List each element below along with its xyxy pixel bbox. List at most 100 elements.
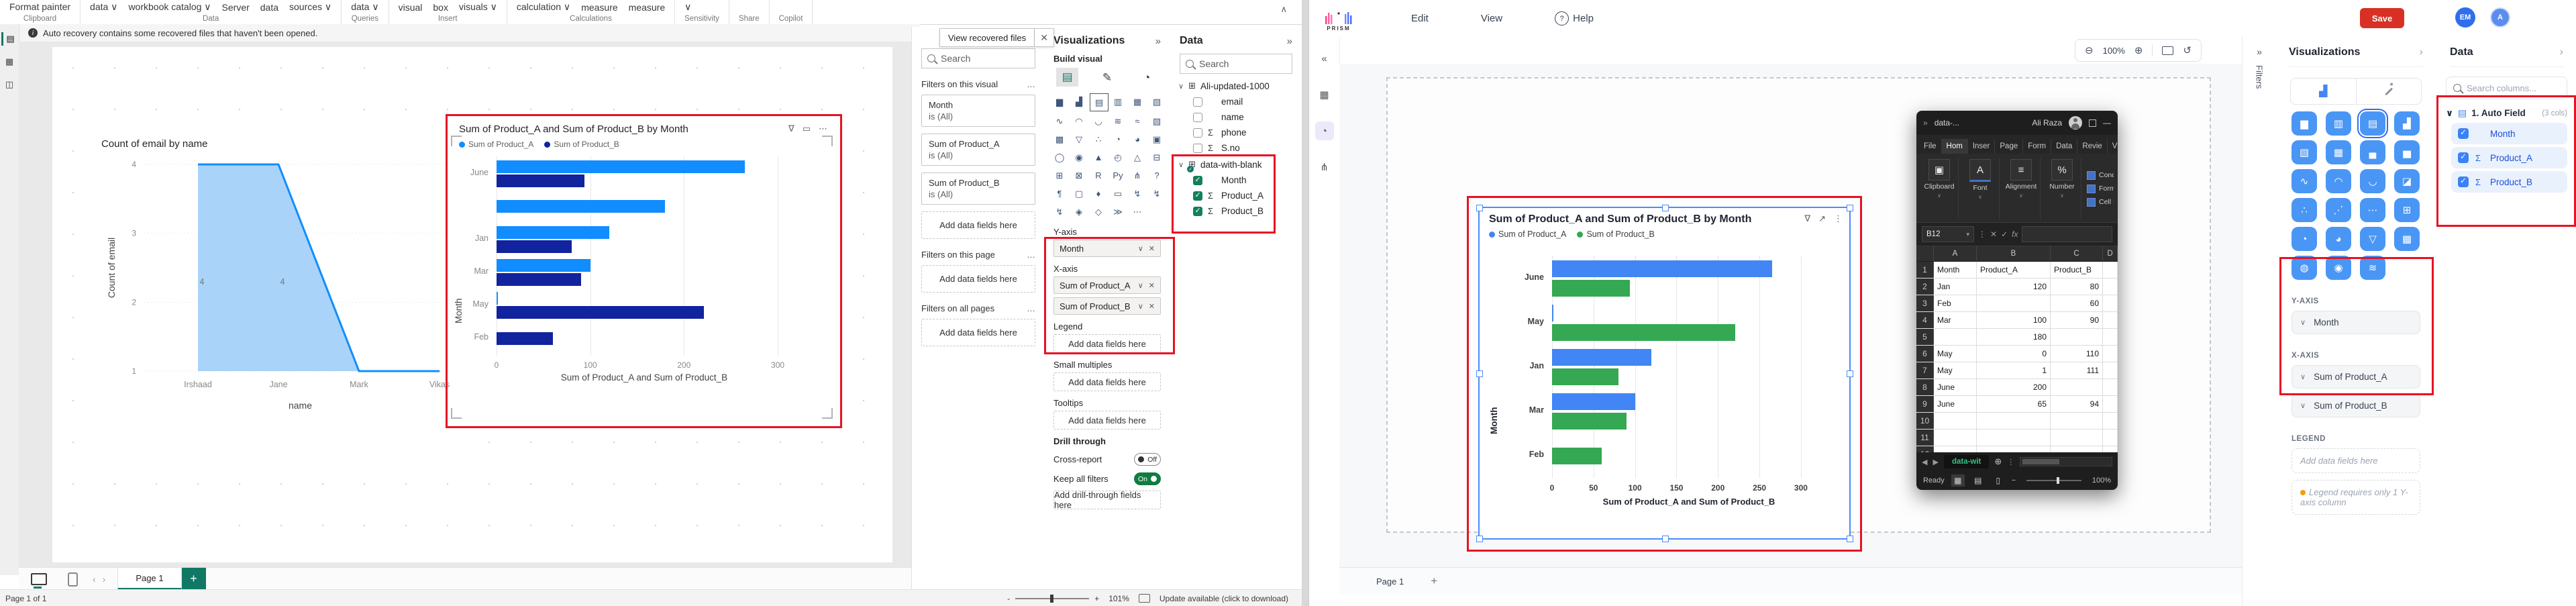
cell[interactable] <box>2103 430 2118 446</box>
excel-tab-view[interactable]: View <box>2108 139 2118 154</box>
100-stacked-column-chart[interactable]: ▧ <box>1148 93 1166 110</box>
row-number[interactable]: 1 <box>1916 262 1934 278</box>
field-pill[interactable]: ∨Sum of Product_A <box>2291 365 2420 389</box>
history-icon[interactable]: ◔ <box>1315 121 1334 140</box>
fit-screen-icon[interactable] <box>2162 46 2173 55</box>
selected-visual-frame[interactable]: Sum of Product_A and Sum of Product_B by… <box>1478 207 1851 540</box>
magic-wand-tab[interactable] <box>2357 79 2422 104</box>
restore-icon[interactable] <box>2089 119 2096 127</box>
minimize-icon[interactable]: — <box>2103 118 2111 128</box>
clustered-bar-chart[interactable]: ▤ <box>2360 111 2385 136</box>
row-number[interactable]: 6 <box>1916 346 1934 362</box>
add-data-fields-drop[interactable]: Add data fields here <box>1053 411 1161 430</box>
r-script-visual[interactable]: R <box>1090 167 1107 184</box>
save-button[interactable]: Save <box>2360 8 2404 28</box>
model-view-icon[interactable]: ◫ <box>2 78 17 91</box>
cell[interactable]: 180 <box>1977 329 2051 345</box>
zoom-out-icon[interactable]: − <box>2012 476 2016 485</box>
report-page[interactable]: Count of email by name 4321IrshaadJaneMa… <box>52 47 892 562</box>
filter-card[interactable]: Sum of Product_Bis (All) <box>921 172 1035 205</box>
cell[interactable]: 0 <box>1977 346 2051 362</box>
donut-chart[interactable]: ◕ <box>1129 131 1146 148</box>
style-button[interactable]: Cell Styl... <box>2087 198 2114 207</box>
stacked-bar-chart[interactable]: ▧ <box>2291 140 2317 164</box>
smart-narrative[interactable]: ¶ <box>1051 185 1068 202</box>
cell[interactable]: May <box>1934 362 1977 378</box>
alignment-icon[interactable]: ≡ <box>2010 159 2032 181</box>
ribbon-item[interactable]: box <box>433 2 448 13</box>
field-pill[interactable]: ∨Month <box>2291 311 2420 334</box>
column-header-B[interactable]: B <box>1977 246 2051 261</box>
add-data-fields-drop[interactable]: Add data fields here <box>921 211 1035 239</box>
pie-chart[interactable]: ◔ <box>2291 227 2317 251</box>
cell[interactable] <box>2051 413 2103 429</box>
selection-handle[interactable] <box>1476 205 1483 211</box>
zoom-out-icon[interactable]: ⊖ <box>2085 44 2094 56</box>
analytics-tab[interactable]: ◔ <box>1136 68 1158 87</box>
chevron-down-icon[interactable]: ∨ <box>2300 318 2306 327</box>
style-button[interactable]: Conditio... <box>2087 171 2114 180</box>
row-number[interactable]: 12 <box>1916 446 1934 452</box>
sheet-more-icon[interactable]: ⋮ <box>2007 458 2014 466</box>
ribbon-item[interactable]: Server <box>222 2 250 13</box>
resize-handle[interactable] <box>822 408 833 419</box>
cell[interactable] <box>2103 379 2118 395</box>
arcgis-map[interactable]: ◈ <box>1070 203 1088 220</box>
line-chart[interactable]: ∿ <box>2291 169 2317 193</box>
checked-checkbox[interactable] <box>1193 191 1202 201</box>
table-row-Ali-updated-1000[interactable]: ∨⊞Ali-updated-1000 <box>1178 81 1294 91</box>
excel-zoom-slider[interactable] <box>2026 480 2081 481</box>
selection-handle[interactable] <box>1476 536 1483 542</box>
chevron-down-icon[interactable]: ∨ <box>1937 193 1941 199</box>
area-chart-visual[interactable]: Count of email by name 4321IrshaadJaneMa… <box>97 133 466 445</box>
clustered-column-chart[interactable]: ▟ <box>2394 111 2420 136</box>
excel-tab-form[interactable]: Form <box>2023 139 2051 154</box>
ribbon-item[interactable]: measure <box>581 2 617 13</box>
gauge[interactable]: ◍ <box>2291 256 2317 280</box>
cell[interactable] <box>2103 312 2118 328</box>
field-row-Month[interactable]: Month <box>2451 123 2567 144</box>
chevron-down-icon[interactable]: ∨ <box>2300 372 2306 381</box>
stacked-area-chart[interactable]: ◡ <box>2360 169 2385 193</box>
area-chart[interactable]: ◠ <box>2326 169 2351 193</box>
filter-icon[interactable]: ∇ <box>1804 213 1810 224</box>
ribbon-item[interactable]: Format painter <box>9 1 70 12</box>
cell[interactable]: 120 <box>1977 279 2051 295</box>
ribbon-item[interactable]: calculation ∨ <box>517 1 570 13</box>
field-pill[interactable]: ∨Sum of Product_B <box>2291 394 2420 417</box>
cell[interactable]: Product_A <box>1977 262 2051 278</box>
combo-chart[interactable]: ◪ <box>2394 169 2420 193</box>
format-visual-tab[interactable]: ✎ <box>1096 68 1118 87</box>
cell[interactable]: Month <box>1934 262 1977 278</box>
cell[interactable] <box>2051 329 2103 345</box>
cell[interactable]: Mar <box>1934 312 1977 328</box>
selection-handle[interactable] <box>1847 370 1853 377</box>
field-row-Product_B[interactable]: ΣProduct_B <box>2451 171 2567 193</box>
add-drill-fields-drop[interactable]: Add drill-through fields here <box>1053 491 1161 509</box>
stacked-column-chart[interactable]: ▟ <box>1070 93 1088 110</box>
donut-chart[interactable]: ◕ <box>2326 227 2351 251</box>
cell[interactable] <box>2103 262 2118 278</box>
report-view-icon[interactable]: ▤ <box>1 32 18 46</box>
add-sheet-icon[interactable]: ⊕ <box>1994 456 2002 467</box>
selection-handle[interactable] <box>1662 205 1669 211</box>
font-icon[interactable]: A <box>1969 159 1991 182</box>
menu-help[interactable]: Help <box>1573 13 1594 24</box>
cell[interactable] <box>2103 396 2118 412</box>
normal-view-icon[interactable]: ▦ <box>1951 474 1965 487</box>
ribbon-item[interactable]: sources ∨ <box>289 1 331 13</box>
selection-handle[interactable] <box>1662 536 1669 542</box>
card[interactable]: ▢ <box>1070 185 1088 202</box>
table[interactable]: ⊞ <box>2394 198 2420 222</box>
ribbon-item[interactable]: data ∨ <box>351 1 378 13</box>
mobile-layout-button[interactable] <box>59 568 86 590</box>
dataset-icon[interactable]: ▦ <box>1315 85 1334 104</box>
cell[interactable]: Jan <box>1934 279 1977 295</box>
line-clustered-column-chart[interactable]: ≈ <box>1129 113 1146 130</box>
field-row-email[interactable]: email <box>1193 97 1294 107</box>
avatar[interactable]: A <box>2490 7 2510 28</box>
remove-field-icon[interactable]: ✕ <box>1149 281 1155 290</box>
excel-tab-inser[interactable]: Inser <box>1968 139 1996 154</box>
row-number[interactable]: 9 <box>1916 396 1934 412</box>
collapse-pane-icon[interactable]: › <box>2420 46 2423 58</box>
